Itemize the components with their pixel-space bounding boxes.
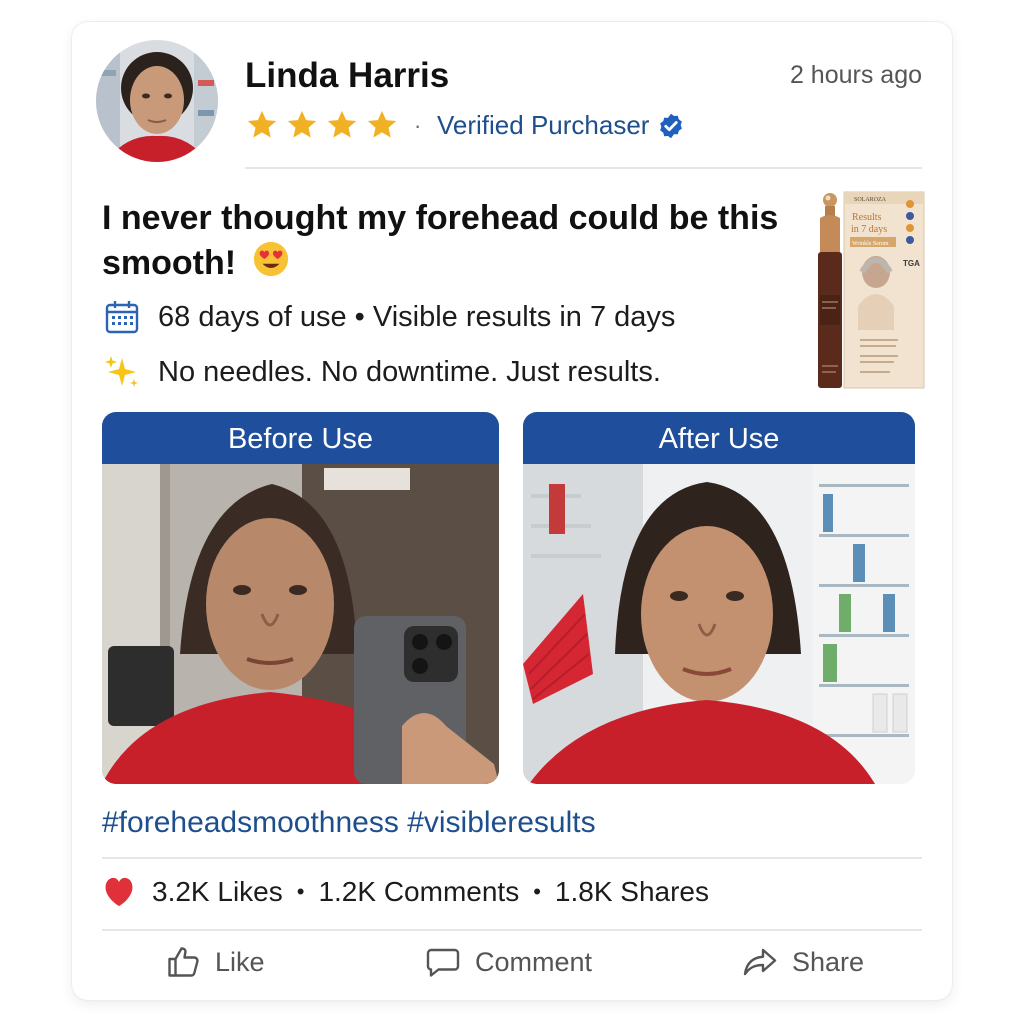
hashtags-divider bbox=[102, 857, 922, 859]
verified-check-icon bbox=[660, 113, 683, 138]
feature-usage-text: 68 days of use • Visible results in 7 da… bbox=[158, 300, 676, 333]
comment-button[interactable]: Comment bbox=[425, 944, 592, 980]
feature-benefit-text: No needles. No downtime. Just results. bbox=[158, 355, 661, 388]
headline-line-1: I never thought my forehead could be thi… bbox=[102, 199, 779, 237]
thumbs-up-icon bbox=[168, 947, 199, 977]
stats-separator: • bbox=[296, 879, 305, 904]
share-label: Share bbox=[792, 946, 865, 977]
review-headline: I never thought my forehead could be thi… bbox=[102, 196, 802, 285]
heart-icon bbox=[105, 877, 133, 907]
product-box-subtitle: Wrinkle Serum bbox=[852, 241, 889, 247]
before-photo bbox=[102, 464, 499, 784]
product-box-title-2: in 7 days bbox=[851, 224, 887, 235]
header-divider bbox=[245, 167, 922, 169]
feature-benefit: No needles. No downtime. Just results. bbox=[102, 352, 661, 392]
post-timestamp: 2 hours ago bbox=[789, 61, 922, 89]
after-photo-panel[interactable]: After Use bbox=[523, 412, 915, 784]
verified-badge: Verified Purchaser bbox=[437, 110, 685, 141]
before-photo-panel[interactable]: Before Use bbox=[102, 412, 499, 784]
share-arrow-icon bbox=[743, 948, 777, 976]
product-box-title-1: Results bbox=[852, 212, 882, 223]
like-button[interactable]: Like bbox=[165, 944, 265, 980]
after-photo bbox=[523, 464, 915, 784]
product-image[interactable]: SOLAROZA Results in 7 days Wrinkle Serum… bbox=[806, 190, 926, 400]
like-label: Like bbox=[215, 946, 265, 977]
comments-count[interactable]: 1.2K Comments bbox=[318, 876, 519, 908]
product-brand: SOLAROZA bbox=[854, 197, 887, 203]
comment-icon bbox=[426, 948, 460, 977]
engagement-stats: 3.2K Likes • 1.2K Comments • 1.8K Shares bbox=[102, 876, 709, 908]
calendar-icon bbox=[105, 301, 139, 334]
avatar[interactable] bbox=[96, 40, 218, 162]
hashtags[interactable]: #foreheadsmoothness #visibleresults bbox=[102, 806, 596, 840]
stats-separator: • bbox=[533, 879, 541, 904]
star-icon bbox=[247, 110, 277, 138]
comment-label: Comment bbox=[475, 946, 593, 977]
star-icon bbox=[327, 110, 357, 138]
star-rating bbox=[245, 108, 399, 144]
likes-count[interactable]: 3.2K Likes bbox=[152, 876, 283, 908]
headline-line-2: smooth! bbox=[102, 244, 237, 282]
product-box-badge: TGA bbox=[903, 259, 920, 268]
heart-eyes-emoji-icon bbox=[253, 241, 288, 277]
sparkles-icon bbox=[105, 356, 138, 387]
star-icon bbox=[367, 110, 397, 138]
separator-dot: · bbox=[414, 113, 422, 138]
share-button[interactable]: Share bbox=[742, 944, 864, 980]
actions-divider bbox=[102, 929, 922, 931]
shares-count[interactable]: 1.8K Shares bbox=[555, 876, 709, 908]
before-label: Before Use bbox=[102, 412, 499, 464]
feature-usage: 68 days of use • Visible results in 7 da… bbox=[102, 297, 675, 337]
after-label: After Use bbox=[523, 412, 915, 464]
author-name[interactable]: Linda Harris bbox=[245, 56, 449, 96]
star-icon bbox=[287, 110, 317, 138]
verified-label: Verified Purchaser bbox=[437, 110, 650, 140]
